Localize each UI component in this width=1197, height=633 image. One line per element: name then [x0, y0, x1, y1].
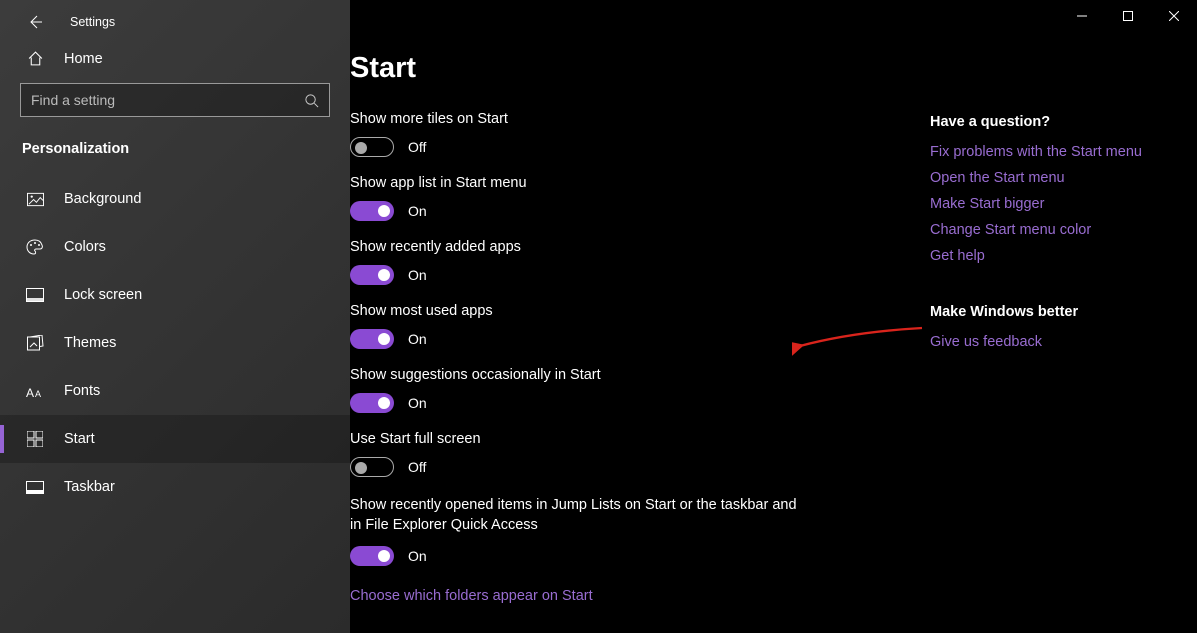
sidebar-item-label: Taskbar	[64, 479, 115, 495]
search-box[interactable]	[20, 83, 330, 117]
toggle-switch[interactable]	[350, 393, 394, 413]
toggle-state-text: Off	[408, 459, 426, 475]
toggle-switch[interactable]	[350, 329, 394, 349]
sidebar-item-lock-screen[interactable]: Lock screen	[0, 271, 350, 319]
setting-label: Use Start full screen	[350, 431, 930, 447]
setting-label: Show recently added apps	[350, 239, 930, 255]
close-button[interactable]	[1151, 0, 1197, 32]
sidebar-item-fonts[interactable]: AA Fonts	[0, 367, 350, 415]
toggle-switch[interactable]	[350, 546, 394, 566]
toggle-state-text: On	[408, 395, 427, 411]
window-title: Settings	[70, 15, 115, 29]
help-link[interactable]: Change Start menu color	[930, 222, 1197, 238]
feedback-link[interactable]: Give us feedback	[930, 334, 1197, 350]
start-icon	[24, 431, 46, 447]
sidebar-item-label: Fonts	[64, 383, 100, 399]
home-icon	[24, 50, 46, 67]
main: Start Show more tiles on Start Off Show ap…	[350, 0, 1197, 633]
themes-icon	[24, 335, 46, 351]
sidebar-home[interactable]: Home	[0, 40, 350, 77]
setting-label: Show most used apps	[350, 303, 930, 319]
toggle-state-text: On	[408, 331, 427, 347]
sidebar-items: Background Colors Lock screen Themes AA …	[0, 175, 350, 511]
sidebar-item-label: Start	[64, 431, 95, 447]
sidebar-item-label: Background	[64, 191, 141, 207]
help-link[interactable]: Get help	[930, 248, 1197, 264]
search-icon	[304, 93, 319, 108]
toggle-state-text: On	[408, 203, 427, 219]
svg-text:A: A	[35, 389, 41, 399]
toggle-switch[interactable]	[350, 201, 394, 221]
toggle-switch[interactable]	[350, 265, 394, 285]
sidebar-section-title: Personalization	[0, 129, 350, 175]
sidebar: Settings Home Personalization Background…	[0, 0, 350, 633]
palette-icon	[24, 239, 46, 255]
help-link[interactable]: Open the Start menu	[930, 170, 1197, 186]
taskbar-icon	[24, 481, 46, 494]
help-link[interactable]: Fix problems with the Start menu	[930, 144, 1197, 160]
toggle-switch[interactable]	[350, 137, 394, 157]
setting-label: Show more tiles on Start	[350, 111, 930, 127]
sidebar-item-start[interactable]: Start	[0, 415, 350, 463]
setting-label: Show app list in Start menu	[350, 175, 930, 191]
svg-text:A: A	[26, 386, 34, 399]
sidebar-item-label: Lock screen	[64, 287, 142, 303]
toggle-state-text: On	[408, 548, 427, 564]
feedback-title: Make Windows better	[930, 304, 1197, 320]
search-input[interactable]	[31, 92, 304, 108]
help-title: Have a question?	[930, 114, 1197, 130]
choose-folders-link[interactable]: Choose which folders appear on Start	[350, 588, 593, 604]
toggle-state-text: On	[408, 267, 427, 283]
minimize-button[interactable]	[1059, 0, 1105, 32]
sidebar-item-taskbar[interactable]: Taskbar	[0, 463, 350, 511]
maximize-button[interactable]	[1105, 0, 1151, 32]
sidebar-item-label: Themes	[64, 335, 116, 351]
sidebar-item-background[interactable]: Background	[0, 175, 350, 223]
home-label: Home	[64, 51, 103, 67]
lock-screen-icon	[24, 288, 46, 302]
page-title: Start	[350, 52, 930, 85]
sidebar-item-themes[interactable]: Themes	[0, 319, 350, 367]
setting-label: Show suggestions occasionally in Start	[350, 367, 930, 383]
toggle-switch[interactable]	[350, 457, 394, 477]
titlebar	[1059, 0, 1197, 32]
back-button[interactable]	[24, 14, 46, 30]
picture-icon	[24, 192, 46, 207]
sidebar-item-colors[interactable]: Colors	[0, 223, 350, 271]
help-link[interactable]: Make Start bigger	[930, 196, 1197, 212]
sidebar-item-label: Colors	[64, 239, 106, 255]
fonts-icon: AA	[24, 384, 46, 399]
toggle-state-text: Off	[408, 139, 426, 155]
setting-label: Show recently opened items in Jump Lists…	[350, 495, 800, 536]
